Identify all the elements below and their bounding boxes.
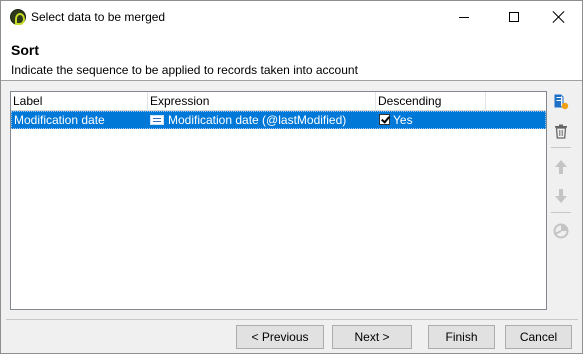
move-down-icon <box>555 189 567 203</box>
distribution-icon <box>553 223 569 239</box>
page-subtitle: Indicate the sequence to be applied to r… <box>11 63 358 77</box>
close-button[interactable] <box>536 1 582 33</box>
minimize-button[interactable] <box>441 1 487 33</box>
move-up-icon <box>555 160 567 174</box>
add-sort-button[interactable] <box>550 91 572 113</box>
distribution-button[interactable] <box>550 220 572 242</box>
toolbar-separator <box>551 147 571 148</box>
table-row[interactable]: Modification date Modification date (@la… <box>11 111 546 129</box>
cell-descending-text: Yes <box>393 113 413 127</box>
dialog-window: Select data to be merged Sort Indicate t… <box>0 0 583 354</box>
delete-icon <box>555 124 567 139</box>
column-header-expression[interactable]: Expression <box>148 92 376 111</box>
table-header: Label Expression Descending <box>11 92 546 111</box>
cell-label: Modification date <box>14 113 105 127</box>
cell-descending[interactable]: Yes <box>379 112 413 128</box>
next-button[interactable]: Next > <box>332 325 412 349</box>
cell-expression: Modification date (@lastModified) <box>150 112 346 128</box>
descending-checkbox[interactable] <box>379 114 390 126</box>
page-title: Sort <box>11 42 39 58</box>
sort-table[interactable]: Label Expression Descending Modification… <box>10 91 547 310</box>
maximize-button[interactable] <box>491 1 537 33</box>
move-up-button[interactable] <box>550 156 572 178</box>
footer-separator <box>6 319 578 320</box>
delete-button[interactable] <box>550 120 572 142</box>
maximize-icon <box>509 12 519 22</box>
finish-button[interactable]: Finish <box>428 325 495 349</box>
minimize-icon <box>459 16 469 18</box>
close-icon <box>553 11 565 23</box>
cancel-button[interactable]: Cancel <box>505 325 572 349</box>
move-down-button[interactable] <box>550 185 572 207</box>
app-icon <box>10 9 26 25</box>
cell-expression-text: Modification date (@lastModified) <box>168 113 347 127</box>
title-bar: Select data to be merged <box>1 1 582 33</box>
column-header-label[interactable]: Label <box>11 92 148 111</box>
step-header: Sort Indicate the sequence to be applied… <box>1 33 582 81</box>
add-sort-icon <box>554 94 569 110</box>
expression-icon <box>150 114 164 125</box>
previous-button[interactable]: < Previous <box>236 325 324 349</box>
toolbar-separator <box>551 212 571 213</box>
column-header-descending[interactable]: Descending <box>376 92 486 111</box>
window-title: Select data to be merged <box>31 10 166 24</box>
